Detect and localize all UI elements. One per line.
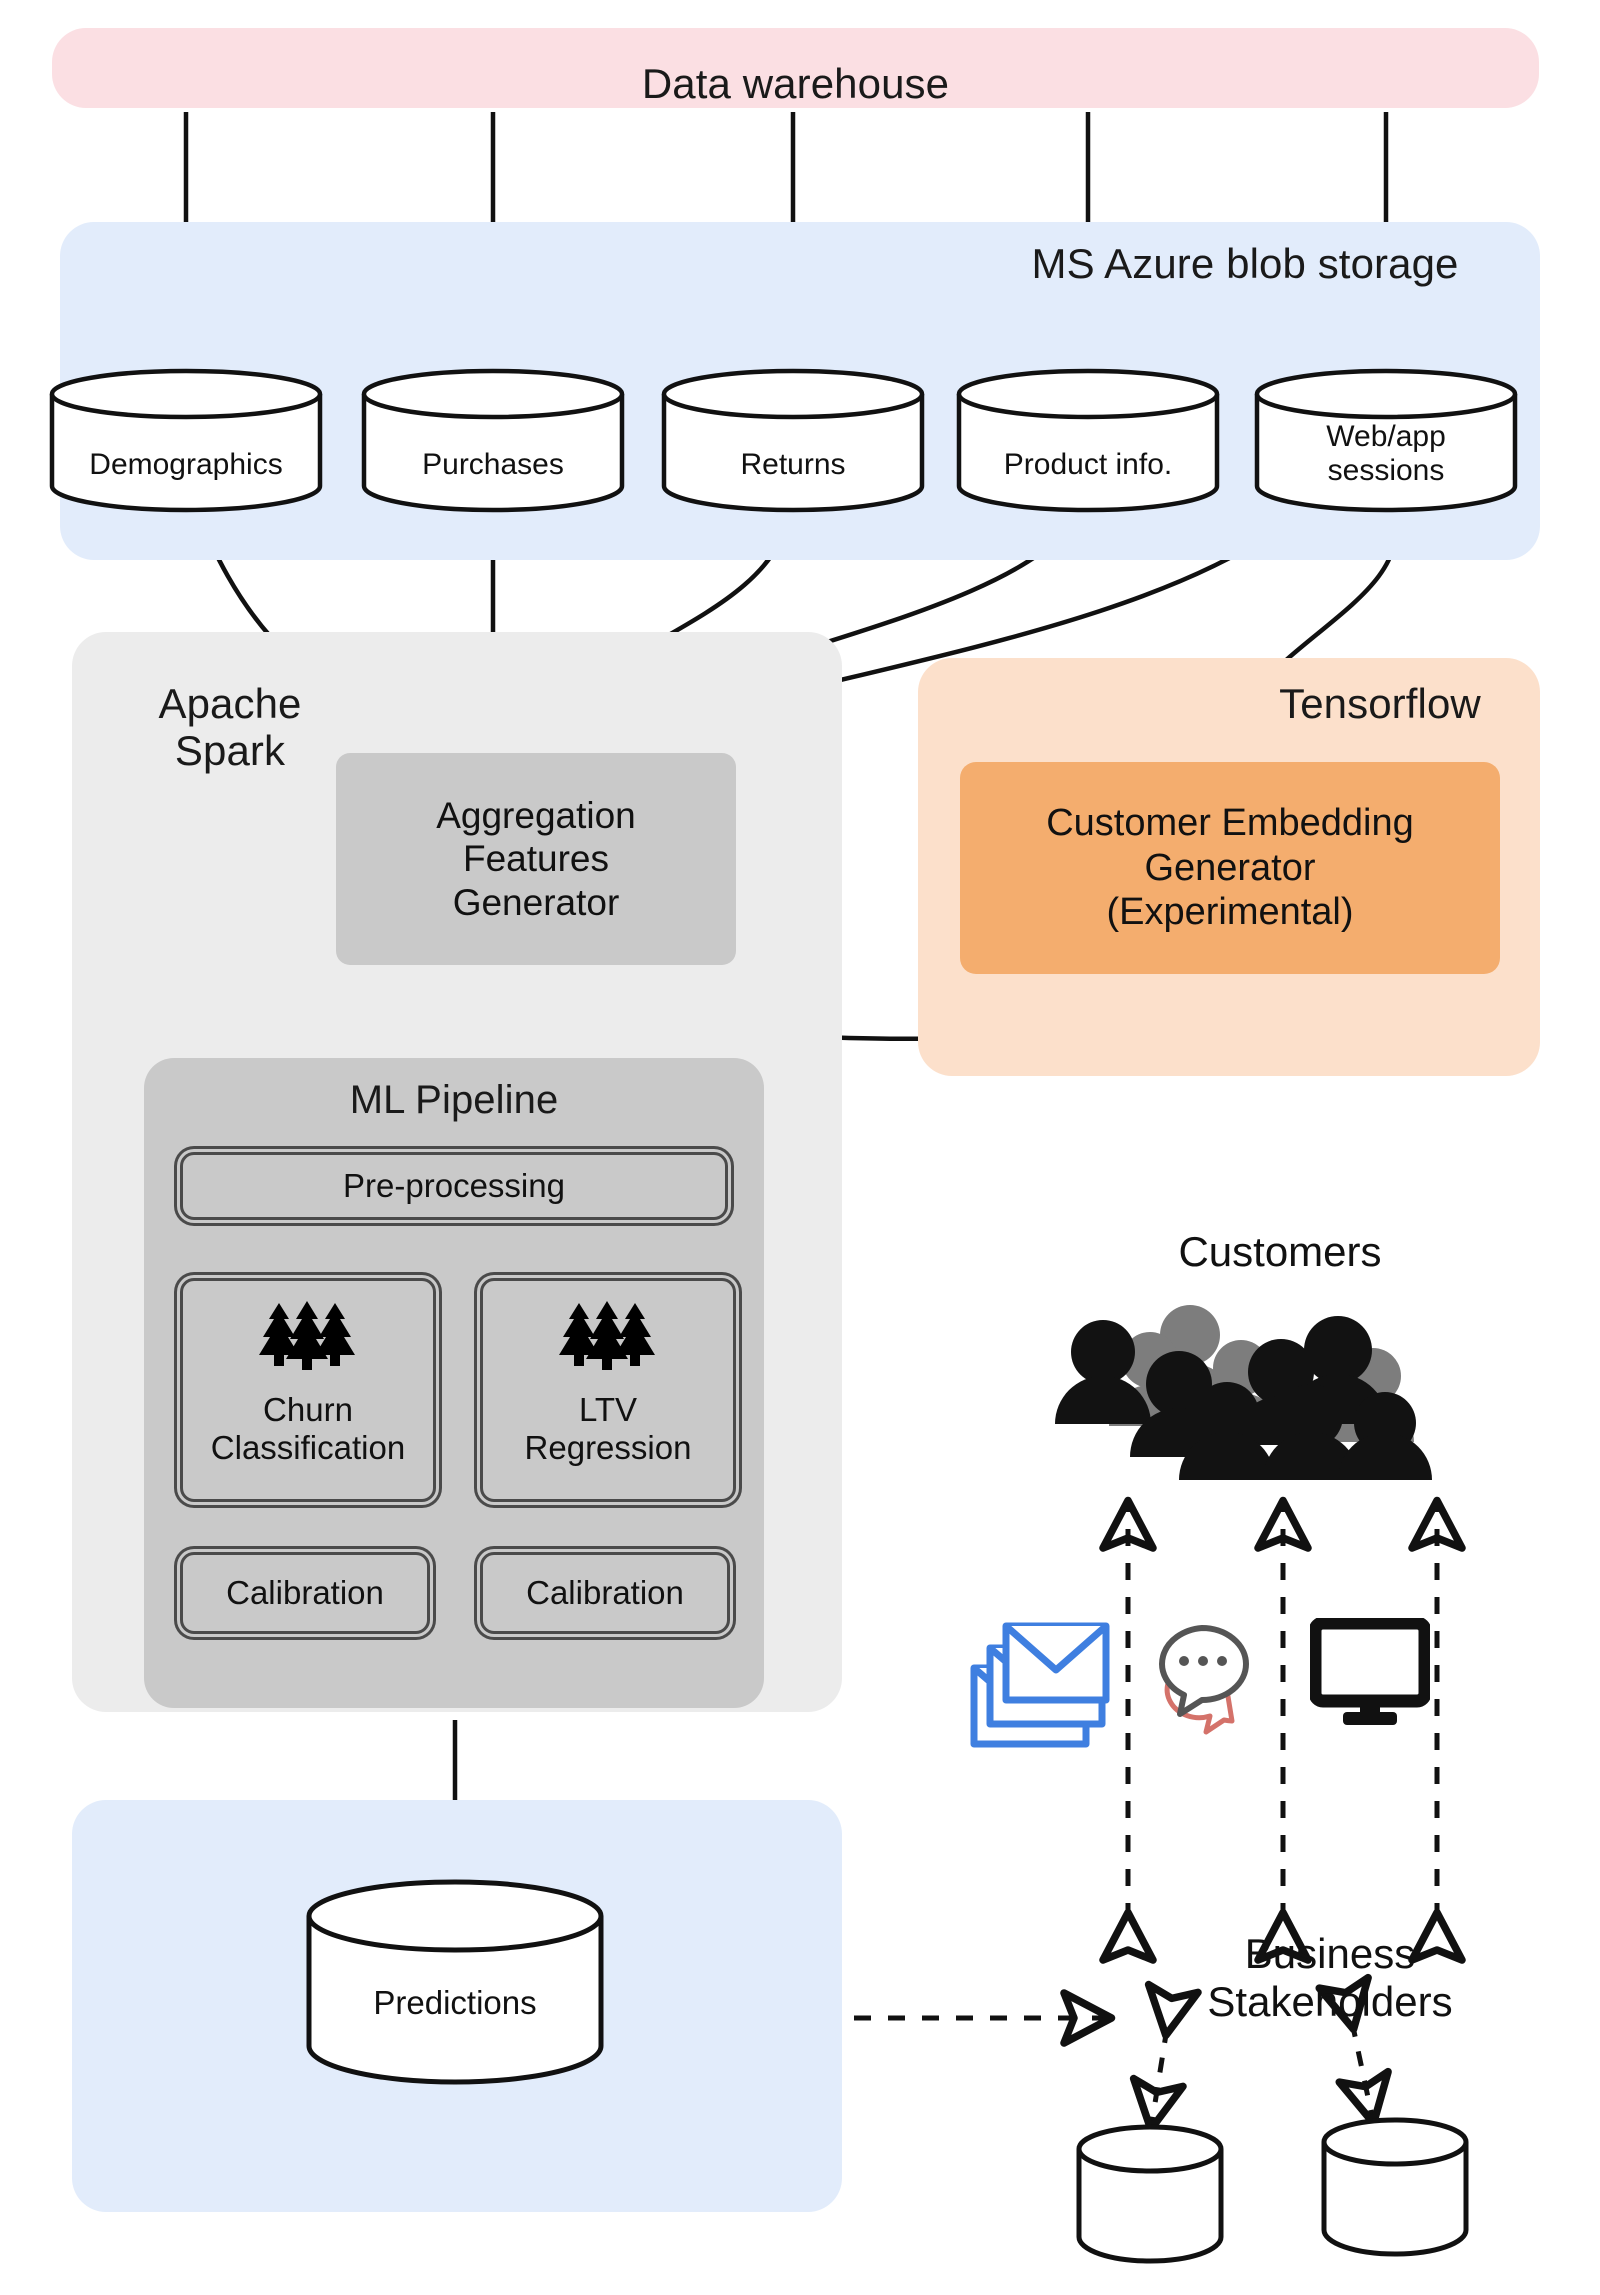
monitor-icon	[1310, 1618, 1430, 1726]
ltv-regression-label: LTV Regression	[524, 1391, 692, 1466]
random-forest-trees-icon	[255, 1301, 359, 1371]
chat-bubble-icon	[1150, 1620, 1278, 1744]
source-cylinder-purchases	[360, 368, 626, 513]
apache-spark-label: Apache Spark	[158, 680, 302, 775]
source-cylinder-returns	[660, 368, 926, 513]
tensorflow-label: Tensorflow	[1279, 680, 1481, 727]
predictions-cylinder	[305, 1879, 605, 2086]
source-cylinder-demographics	[48, 368, 324, 513]
customers-group-icon	[1055, 1290, 1455, 1480]
predictions-label: Predictions	[373, 1984, 537, 2021]
source-label-product-info: Product info.	[1003, 448, 1173, 481]
ml-pipeline-label: ML Pipeline	[349, 1078, 559, 1122]
customer-embedding-generator-box[interactable]: Customer Embedding Generator (Experiment…	[960, 762, 1500, 974]
azure-blob-storage-label: MS Azure blob storage	[1031, 240, 1459, 287]
ltv-regression-box[interactable]: LTV Regression	[480, 1278, 736, 1502]
source-cylinder-product-info	[955, 368, 1221, 513]
pre-processing-box[interactable]: Pre-processing	[180, 1152, 728, 1220]
churn-classification-label: Churn Classification	[210, 1391, 406, 1466]
diagram-canvas: Data warehouse MS Azure blob storage Apa…	[0, 0, 1600, 2295]
stakeholder-cylinder-right	[1320, 2117, 1470, 2260]
source-label-demographics: Demographics	[89, 448, 283, 481]
data-warehouse-label: Data warehouse	[641, 60, 950, 107]
business-stakeholders-label: Business Stakeholders	[1207, 1930, 1453, 2025]
source-label-returns: Returns	[740, 448, 846, 481]
customers-label: Customers	[1178, 1228, 1382, 1275]
churn-classification-box[interactable]: Churn Classification	[180, 1278, 436, 1502]
email-icon	[968, 1610, 1110, 1750]
source-label-web-app-sessions: Web/app sessions	[1326, 420, 1446, 487]
stakeholder-cylinder-left	[1075, 2124, 1225, 2267]
aggregation-features-generator-box[interactable]: Aggregation Features Generator	[336, 753, 736, 965]
random-forest-trees-icon	[555, 1301, 659, 1371]
calibration-box-ltv[interactable]: Calibration	[480, 1552, 730, 1634]
calibration-box-churn[interactable]: Calibration	[180, 1552, 430, 1634]
source-label-purchases: Purchases	[422, 448, 564, 481]
